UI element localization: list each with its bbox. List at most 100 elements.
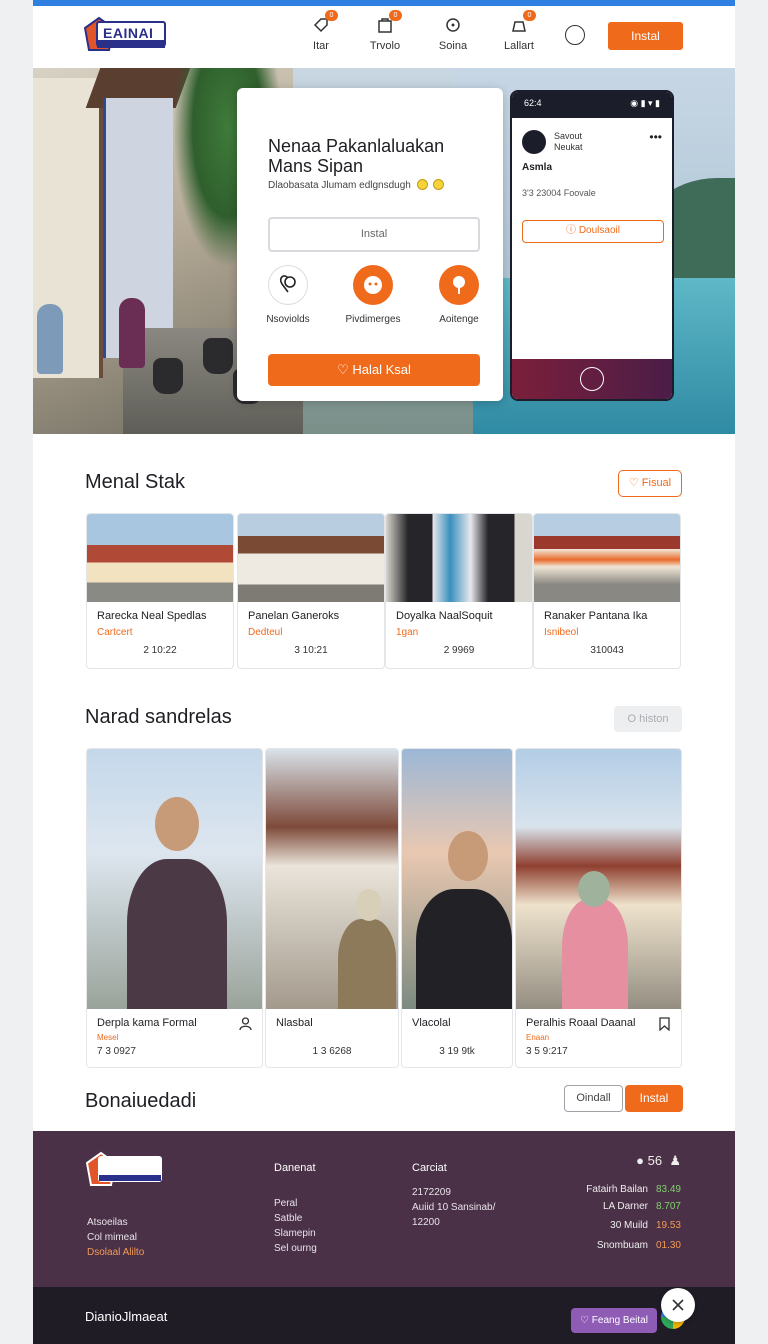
install-button[interactable]: Instal <box>625 1085 683 1112</box>
page: EAINAI 0 Itar 0 Trvolo Soina 0 Lallart I… <box>33 0 735 1344</box>
profile-title: Derpla kama Formal <box>97 1017 197 1029</box>
heart-icon <box>268 265 308 305</box>
phone-status-bar: 62:4 ◉ ▮ ▾ ▮ <box>512 92 672 118</box>
clock-icon <box>433 179 445 190</box>
phone-time: 62:4 <box>524 98 542 108</box>
feedback-button[interactable]: ♡ Feang Beital <box>571 1308 657 1333</box>
feedback-label: Feang Beital <box>591 1315 648 1326</box>
person-illustration <box>127 859 227 1009</box>
phone-headline: Asmla <box>522 162 553 173</box>
bell-icon: 0 <box>510 10 536 34</box>
user-icon[interactable] <box>239 1017 252 1031</box>
footer-link[interactable]: Peral <box>274 1196 317 1211</box>
help-icon[interactable] <box>565 25 585 45</box>
feature-item[interactable]: Aoitenge <box>424 265 494 325</box>
user-icon[interactable]: ♟ <box>666 1153 681 1168</box>
install-button[interactable]: Instal <box>608 22 683 50</box>
profile-image <box>266 749 398 1009</box>
nav-badge: 0 <box>523 10 536 21</box>
nav-item-trvolo[interactable]: 0 Trvolo <box>355 10 415 52</box>
listing-image <box>386 514 532 602</box>
hero-cta-button[interactable]: ♡ Halal Ksal <box>268 354 480 386</box>
history-button[interactable]: O histon <box>614 706 682 732</box>
listing-sub: Cartcert <box>97 627 133 638</box>
footer-col: Danenat Peral Satble Slamepin Sel ourng <box>274 1161 317 1256</box>
listing-card[interactable]: Ranaker Pantana Ika Isnibeol 310043 <box>533 513 681 669</box>
tag-icon: 0 <box>312 10 338 34</box>
profile-card[interactable]: Vlacolal 3 19 9tk <box>401 748 513 1068</box>
profile-card[interactable]: Nlasbal 1 3 6268 <box>265 748 399 1068</box>
footer-stat: Fatairh Bailan 83.49 <box>563 1184 681 1195</box>
listing-title: Panelan Ganeroks <box>248 610 340 622</box>
person-head <box>448 831 488 881</box>
hero-search-input[interactable]: Instal <box>268 217 480 252</box>
section-title: Narad sandrelas <box>85 706 232 728</box>
person-illustration <box>37 304 63 374</box>
listing-card[interactable]: Doyalka NaalSoquit 1gan 2 9969 <box>385 513 533 669</box>
footer-col: Atsoeilas Col mimeal Dsolaal Alilto <box>87 1215 144 1260</box>
close-icon <box>672 1299 684 1311</box>
footer-link[interactable]: Satble <box>274 1211 317 1226</box>
hero-banner: Nenaa Pakanlaluakan Mans Sipan Dlaobasat… <box>33 68 735 434</box>
nav-label: Itar <box>313 40 329 52</box>
bag-icon: 0 <box>376 10 402 34</box>
status-icons: ◉ ▮ ▾ ▮ <box>630 98 660 108</box>
info-icon: ⓘ <box>566 225 579 236</box>
secondary-button[interactable]: Oindall <box>564 1085 623 1112</box>
bookmark-icon[interactable] <box>658 1017 671 1031</box>
footer-text: Auiid 10 Sansinab/ <box>412 1202 496 1213</box>
person-head <box>578 871 610 907</box>
profile-title: Nlasbal <box>276 1017 313 1029</box>
person-illustration <box>416 889 512 1009</box>
footer-link[interactable]: Slamepin <box>274 1226 317 1241</box>
flower-icon[interactable] <box>580 367 604 391</box>
section-button[interactable]: ♡ Fisual <box>618 470 682 497</box>
chat-icon <box>353 265 393 305</box>
person-head <box>155 797 199 851</box>
profile-card[interactable]: Peralhis Roaal Daanal Enaan 3 5 9:217 <box>515 748 682 1068</box>
footer: Atsoeilas Col mimeal Dsolaal Alilto Dane… <box>33 1131 735 1287</box>
hero-subtitle: Dlaobasata Jlumam edlgnsdugh <box>268 179 445 191</box>
phone-footer <box>512 359 672 399</box>
more-icon[interactable]: ••• <box>649 130 662 144</box>
nav-badge: 0 <box>325 10 338 21</box>
feature-item[interactable]: Pivdimerges <box>338 265 408 325</box>
nav-item-soina[interactable]: Soina <box>423 16 483 52</box>
footer-col-heading: Carciat <box>412 1162 447 1174</box>
person-illustration <box>338 919 396 1009</box>
footer-col: Carciat 2172209 Auiid 10 Sansinab/ 12200 <box>412 1161 495 1230</box>
listing-title: Rarecka Neal Spedlas <box>97 610 207 622</box>
footer-link[interactable]: Col mimeal <box>87 1230 144 1245</box>
profile-sub: Mesel <box>97 1033 119 1042</box>
phone-action-button[interactable]: ⓘ Doulsaoil <box>522 220 664 243</box>
profile-card[interactable]: Derpla kama Formal Mesel 7 3 0927 <box>86 748 263 1068</box>
hero-cta-label: Halal Ksal <box>352 362 411 377</box>
feature-item[interactable]: Nsoviolds <box>253 265 323 325</box>
stat-value: 19.53 <box>655 1220 681 1231</box>
listing-card[interactable]: Panelan Ganeroks Dedteul 3 10:21 <box>237 513 385 669</box>
listing-image <box>534 514 680 602</box>
nav-item-itar[interactable]: 0 Itar <box>291 10 351 52</box>
feature-label: Aoitenge <box>439 314 479 325</box>
footer-logo[interactable] <box>85 1149 165 1191</box>
close-button[interactable] <box>661 1288 695 1322</box>
stat-label: Snombuam <box>596 1240 648 1251</box>
footer-link[interactable]: Dsolaal Alilto <box>87 1245 144 1260</box>
listing-title: Ranaker Pantana Ika <box>544 610 648 622</box>
person-illustration <box>119 298 145 368</box>
coin-icon <box>416 179 428 190</box>
compass-icon <box>444 16 462 34</box>
listing-num: 310043 <box>590 645 624 656</box>
nav-label: Lallart <box>504 40 534 52</box>
apple-icon[interactable]: ● <box>636 1153 644 1168</box>
logo[interactable]: EAINAI <box>83 16 167 56</box>
footer-link[interactable]: Sel ourng <box>274 1241 317 1256</box>
footer-col-heading: Danenat <box>274 1162 316 1174</box>
nav-item-lallart[interactable]: 0 Lallart <box>489 10 549 52</box>
motorbike-illustration <box>153 358 183 394</box>
section-title: Menal Stak <box>85 471 186 493</box>
listing-sub: Dedteul <box>248 627 283 638</box>
listing-card[interactable]: Rarecka Neal Spedlas Cartcert 2 10:22 <box>86 513 234 669</box>
stat-label: LA Darner <box>602 1201 648 1212</box>
footer-link[interactable]: Atsoeilas <box>87 1215 144 1230</box>
